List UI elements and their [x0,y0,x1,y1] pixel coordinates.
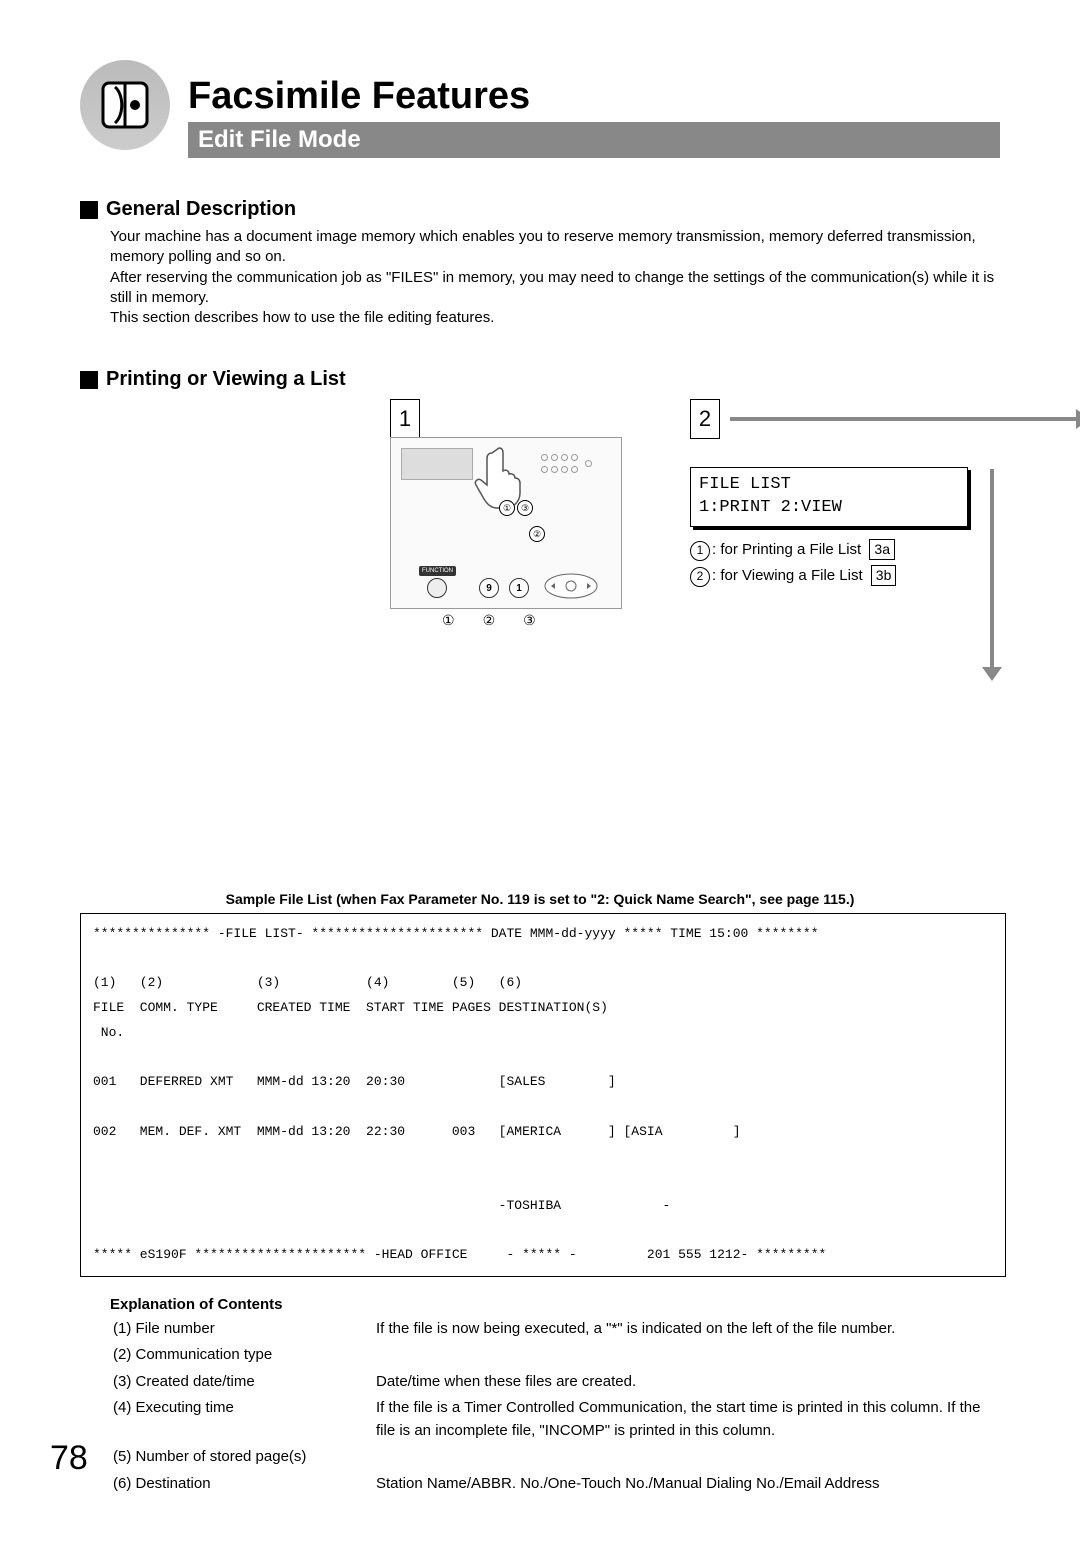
panel-mark-1: ① [499,500,515,516]
step-1-box: 1 [390,399,420,439]
table-row: (4) Executing timeIf the file is a Timer… [112,1396,998,1443]
lcd-display: FILE LIST 1:PRINT 2:VIEW [690,467,968,527]
key-9-button: 9 [479,578,499,598]
heading-general-description: General Description [106,198,296,221]
expl-left: (1) File number [112,1317,373,1342]
section-bar: Edit File Mode [188,122,1000,158]
bullet-square-icon [80,371,98,389]
sample-file-list-caption: Sample File List (when Fax Parameter No.… [80,890,1000,909]
sample-file-list-box: *************** -FILE LIST- ************… [80,913,1006,1277]
expl-left: (4) Executing time [112,1396,373,1443]
flow-arrow-right-head-icon [1076,409,1080,429]
option-2-number: 2 [690,567,710,587]
expl-right: If the file is now being executed, a "*"… [375,1317,998,1342]
option-2-text: : for Viewing a File List [712,567,863,584]
page-number: 78 [50,1439,88,1478]
expl-left: (3) Created date/time [112,1370,373,1395]
panel-mark-3: ③ [517,500,533,516]
panel-mark-2: ② [529,526,545,542]
function-button-icon [427,578,447,598]
table-row: (5) Number of stored page(s) [112,1445,998,1470]
panel-caption-2: ② [483,612,524,628]
lcd-line-1: FILE LIST [699,474,959,497]
general-description-p2: After reserving the communication job as… [110,268,1000,309]
general-description-p1: Your machine has a document image memory… [110,227,1000,268]
key-1-button: 1 [509,578,529,598]
flow-arrow-down-icon [990,469,994,669]
expl-left: (5) Number of stored page(s) [112,1445,373,1470]
heading-printing-viewing: Printing or Viewing a List [106,368,346,391]
expl-right: If the file is a Timer Controlled Commun… [375,1396,998,1443]
link-3b: 3b [871,565,897,586]
table-row: (6) DestinationStation Name/ABBR. No./On… [112,1472,998,1497]
flow-arrow-down-head-icon [982,667,1002,681]
option-1-number: 1 [690,541,710,561]
chapter-title: Facsimile Features [188,75,530,118]
bullet-square-icon [80,201,98,219]
table-row: (2) Communication type [112,1343,998,1368]
expl-right [375,1445,998,1470]
navigation-pad-icon [543,572,599,600]
expl-right: Date/time when these files are created. [375,1370,998,1395]
control-panel-illustration: ① ③ ② FUNCTION 9 1 [390,437,622,609]
panel-caption-1: ① [442,612,483,628]
expl-right: Station Name/ABBR. No./One-Touch No./Man… [375,1472,998,1497]
explanation-table: (1) File numberIf the file is now being … [110,1315,1000,1499]
expl-left: (2) Communication type [112,1343,373,1368]
table-row: (3) Created date/timeDate/time when thes… [112,1370,998,1395]
step-2-box: 2 [690,399,720,439]
link-3a: 3a [869,539,895,560]
chapter-icon [80,60,170,150]
general-description-p3: This section describes how to use the fi… [110,308,1000,328]
expl-left: (6) Destination [112,1472,373,1497]
expl-right [375,1343,998,1368]
table-row: (1) File numberIf the file is now being … [112,1317,998,1342]
explanation-heading: Explanation of Contents [110,1295,1000,1315]
option-1-text: : for Printing a File List [712,541,861,558]
panel-caption-3: ③ [523,612,564,628]
function-label: FUNCTION [419,566,456,576]
lcd-line-2: 1:PRINT 2:VIEW [699,497,959,520]
